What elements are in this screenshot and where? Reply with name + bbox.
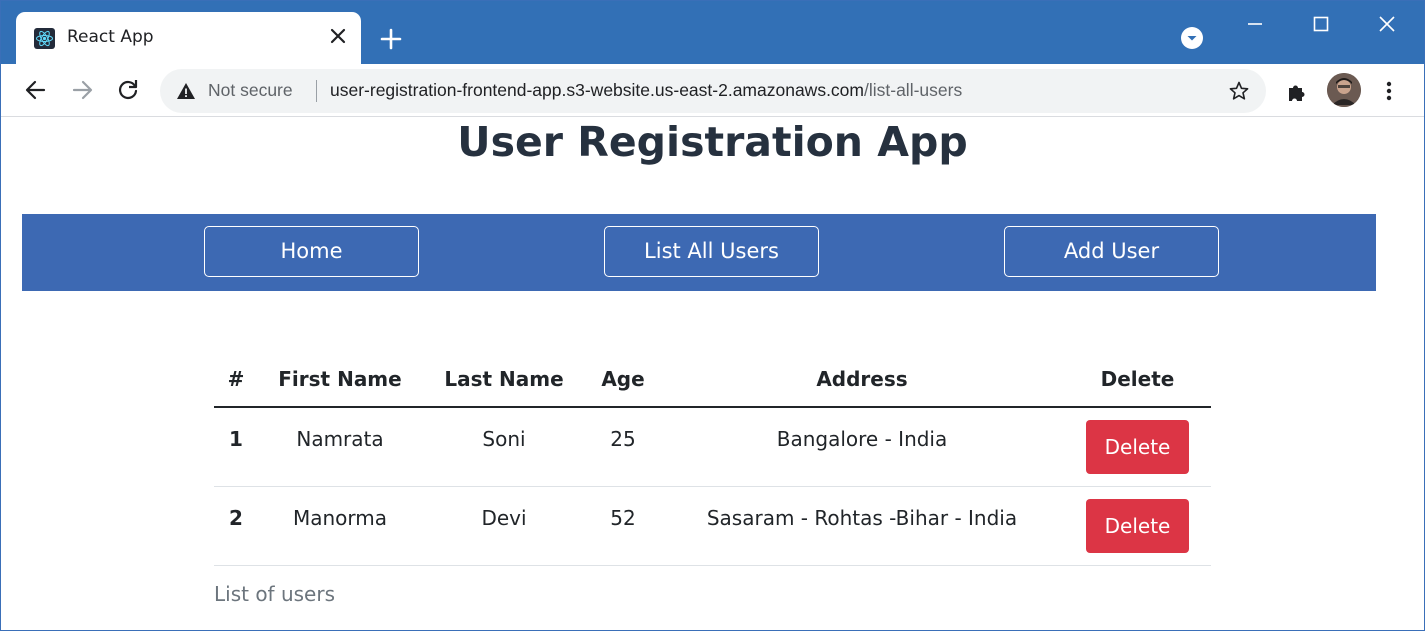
age-cell: 25 bbox=[586, 407, 660, 487]
profile-avatar[interactable] bbox=[1327, 73, 1361, 107]
react-logo-icon bbox=[34, 28, 55, 49]
last-name-cell: Devi bbox=[422, 486, 586, 566]
column-header-delete: Delete bbox=[1064, 352, 1211, 408]
delete-button[interactable]: Delete bbox=[1086, 420, 1189, 474]
address-cell: Sasaram - Rohtas -Bihar - India bbox=[660, 486, 1064, 566]
browser-tab-strip: React App bbox=[0, 0, 1425, 64]
tab-search-icon[interactable] bbox=[1181, 27, 1203, 49]
url-host: user-registration-frontend-app.s3-websit… bbox=[330, 80, 864, 100]
security-status[interactable]: Not secure bbox=[208, 80, 293, 101]
column-header-address: Address bbox=[660, 352, 1064, 408]
extensions-puzzle-icon[interactable] bbox=[1284, 79, 1310, 105]
column-header-number: # bbox=[214, 352, 258, 408]
nav-add-user-button[interactable]: Add User bbox=[1004, 226, 1219, 277]
delete-cell: Delete bbox=[1064, 486, 1211, 566]
nav-list-all-users-button[interactable]: List All Users bbox=[604, 226, 819, 277]
users-table: # First Name Last Name Age Address Delet… bbox=[214, 352, 1211, 566]
address-cell: Bangalore - India bbox=[660, 407, 1064, 487]
reload-icon[interactable] bbox=[114, 76, 142, 104]
close-window-icon[interactable] bbox=[1375, 12, 1399, 36]
column-header-first-name: First Name bbox=[258, 352, 422, 408]
last-name-cell: Soni bbox=[422, 407, 586, 487]
delete-cell: Delete bbox=[1064, 407, 1211, 487]
row-number: 1 bbox=[214, 407, 258, 487]
omnibox-divider bbox=[316, 80, 317, 102]
new-tab-plus-icon[interactable] bbox=[378, 26, 404, 52]
table-row: 2 Manorma Devi 52 Sasaram - Rohtas -Biha… bbox=[214, 486, 1211, 566]
bookmark-star-icon[interactable] bbox=[1228, 80, 1250, 102]
browser-tab[interactable]: React App bbox=[16, 12, 361, 64]
main-navbar: Home List All Users Add User bbox=[22, 214, 1376, 291]
table-row: 1 Namrata Soni 25 Bangalore - India Dele… bbox=[214, 407, 1211, 487]
url-path: /list-all-users bbox=[864, 80, 963, 100]
column-header-age: Age bbox=[586, 352, 660, 408]
table-header-row: # First Name Last Name Age Address Delet… bbox=[214, 352, 1211, 408]
tab-title: React App bbox=[67, 27, 154, 47]
minimize-icon[interactable] bbox=[1243, 12, 1267, 36]
more-menu-icon[interactable] bbox=[1376, 78, 1402, 104]
page-title: User Registration App bbox=[457, 118, 968, 166]
url-text[interactable]: user-registration-frontend-app.s3-websit… bbox=[330, 80, 962, 101]
warning-triangle-icon[interactable] bbox=[176, 81, 196, 101]
tab-close-icon[interactable] bbox=[326, 24, 350, 48]
nav-home-button[interactable]: Home bbox=[204, 226, 419, 277]
forward-arrow-icon[interactable] bbox=[68, 76, 96, 104]
address-bar[interactable]: Not secure user-registration-frontend-ap… bbox=[160, 69, 1266, 113]
maximize-icon[interactable] bbox=[1309, 12, 1333, 36]
table-caption: List of users bbox=[214, 582, 335, 606]
delete-button[interactable]: Delete bbox=[1086, 499, 1189, 553]
first-name-cell: Manorma bbox=[258, 486, 422, 566]
first-name-cell: Namrata bbox=[258, 407, 422, 487]
back-arrow-icon[interactable] bbox=[22, 76, 50, 104]
browser-toolbar: Not secure user-registration-frontend-ap… bbox=[0, 64, 1425, 117]
column-header-last-name: Last Name bbox=[422, 352, 586, 408]
age-cell: 52 bbox=[586, 486, 660, 566]
row-number: 2 bbox=[214, 486, 258, 566]
